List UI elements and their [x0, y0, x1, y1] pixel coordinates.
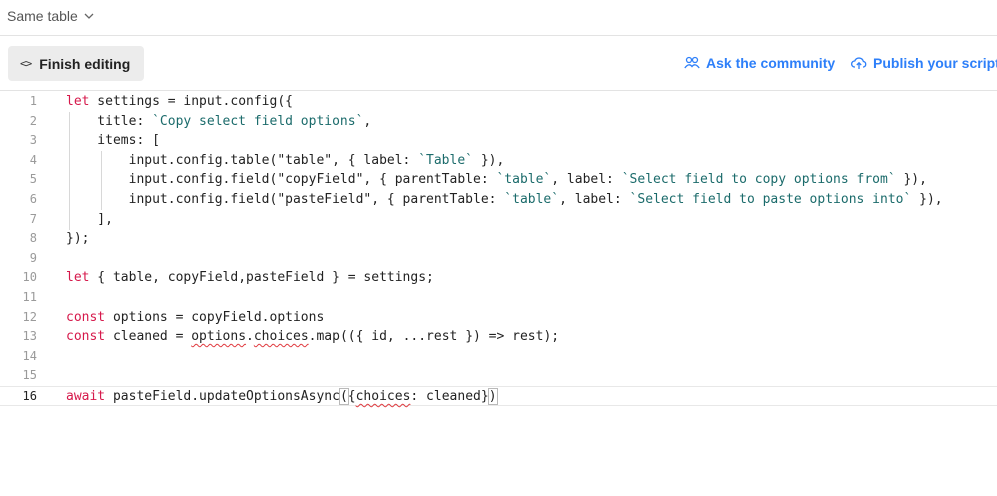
line-number: 7 [29, 211, 37, 226]
code-line[interactable]: 4 input.config.table("table", { label: `… [0, 151, 997, 171]
code-line[interactable]: 9 [0, 249, 997, 269]
code-token: { [347, 389, 356, 404]
chevron-down-icon [84, 13, 94, 19]
line-number: 6 [29, 192, 37, 206]
ask-community-label: Ask the community [706, 55, 836, 71]
code-line[interactable]: 11 [0, 288, 997, 308]
code-line[interactable]: 7 ], [0, 210, 997, 230]
string-token: `table` [504, 192, 560, 207]
code-text: title: `Copy select field options`, [66, 112, 371, 132]
code-line[interactable]: 3 items: [ [0, 131, 997, 151]
line-number: 5 [29, 172, 37, 187]
line-number: 8 [29, 231, 37, 246]
line-number: 3 [29, 133, 37, 148]
finish-editing-button[interactable]: <> Finish editing [8, 46, 144, 81]
code-token: }), [911, 192, 943, 207]
code-line[interactable]: 1 let settings = input.config({ [0, 92, 997, 112]
string-token: `Select field to paste options into` [629, 192, 912, 207]
code-token: ( [338, 388, 349, 405]
code-line[interactable]: 12 const options = copyField.options [0, 308, 997, 328]
code-line[interactable]: 5 input.config.field("copyField", { pare… [0, 170, 997, 190]
keyword-token: let [66, 270, 90, 286]
error-token: choices [355, 389, 411, 404]
code-token: ) [487, 388, 498, 405]
code-token: title: [66, 113, 153, 129]
line-number: 14 [22, 348, 37, 363]
line-number: 2 [29, 113, 37, 128]
line-number: 4 [29, 152, 37, 167]
code-line[interactable]: 15 [0, 366, 997, 386]
string-token: `Table` [418, 152, 473, 168]
code-token: }), [473, 152, 505, 168]
ask-community-link[interactable]: Ask the community [684, 55, 835, 71]
code-text: input.config.table("table", { label: `Ta… [66, 151, 505, 171]
string-token: `Copy select field options` [152, 113, 364, 129]
publish-script-label: Publish your script [873, 55, 997, 71]
code-token: , [363, 113, 372, 129]
table-select-label: Same table [7, 8, 78, 24]
code-text: const options = copyField.options [66, 308, 324, 328]
error-token: choices [253, 329, 309, 345]
line-number: 9 [29, 250, 37, 265]
line-number: 13 [22, 329, 37, 344]
code-token: { table, copyField,pasteField } = settin… [89, 270, 434, 286]
code-token: input.config.table("table", { label: [66, 152, 419, 168]
code-token: input.config.field("pasteField", { paren… [66, 192, 505, 207]
string-token: `table` [496, 172, 552, 188]
finish-editing-label: Finish editing [39, 55, 131, 72]
line-number: 16 [22, 389, 37, 403]
table-select-dropdown[interactable]: Same table [7, 8, 94, 24]
code-token: cleaned = [105, 329, 192, 345]
code-token: }); [66, 231, 90, 247]
code-text: items: [ [66, 131, 160, 151]
editor-toolbar: <> Finish editing Ask the community Publ… [0, 37, 997, 91]
code-line[interactable]: 14 [0, 347, 997, 367]
code-token: input.config.field("copyField", { parent… [66, 172, 497, 188]
code-token: pasteField.updateOptionsAsync [105, 389, 340, 404]
code-icon: <> [20, 57, 32, 70]
code-text: let { table, copyField,pasteField } = se… [66, 268, 434, 288]
code-line[interactable]: 6 input.config.field("pasteField", { par… [0, 190, 997, 210]
code-token: ], [66, 211, 113, 227]
line-number: 15 [22, 368, 37, 383]
publish-script-link[interactable]: Publish your script [851, 55, 997, 71]
code-line[interactable]: 16 await pasteField.updateOptionsAsync({c… [0, 386, 997, 406]
code-token: items: [ [66, 133, 160, 149]
code-token: .map(({ id, ...rest }) => rest); [308, 329, 560, 345]
code-token: , label: [551, 172, 622, 188]
string-token: `Select field to copy options from` [621, 172, 896, 188]
code-text: ], [66, 210, 113, 230]
keyword-token: const [66, 309, 106, 325]
keyword-token: await [66, 389, 106, 404]
keyword-token: let [66, 94, 90, 109]
code-text: await pasteField.updateOptionsAsync({cho… [66, 387, 498, 407]
top-bar: Same table [0, 0, 997, 36]
code-token: : cleaned} [410, 389, 489, 404]
code-token: . [246, 329, 254, 345]
line-number: 11 [22, 290, 37, 304]
community-icon [684, 56, 700, 69]
code-line[interactable]: 10 let { table, copyField,pasteField } = … [0, 268, 997, 288]
code-token: settings = input.config({ [89, 94, 293, 109]
code-line[interactable]: 13 const cleaned = options.choices.map(({… [0, 327, 997, 347]
code-token: options = copyField.options [105, 309, 325, 325]
code-text: input.config.field("copyField", { parent… [66, 170, 927, 190]
code-text: }); [66, 229, 89, 249]
code-line[interactable]: 8}); [0, 229, 997, 249]
line-number: 1 [29, 94, 37, 108]
keyword-token: const [66, 329, 106, 345]
line-number: 12 [22, 309, 37, 324]
code-text: const cleaned = options.choices.map(({ i… [66, 327, 559, 347]
code-text: let settings = input.config({ [66, 92, 293, 112]
code-text: input.config.field("pasteField", { paren… [66, 190, 943, 210]
code-token: }), [895, 172, 927, 188]
code-line[interactable]: 2 title: `Copy select field options`, [0, 112, 997, 132]
error-token: options [191, 329, 247, 345]
code-editor[interactable]: 1 let settings = input.config({2 title: `… [0, 92, 997, 496]
code-token: , label: [559, 192, 630, 207]
cloud-upload-icon [851, 57, 867, 69]
line-number: 10 [22, 270, 37, 285]
